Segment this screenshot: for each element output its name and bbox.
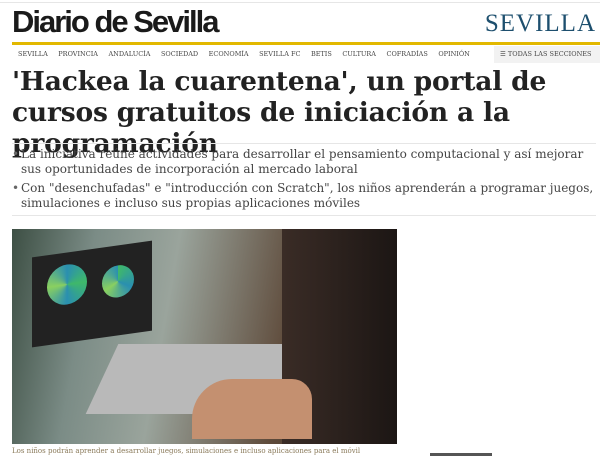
main-nav: SEVILLA PROVINCIA ANDALUCÍA SOCIEDAD ECO… <box>18 50 480 58</box>
all-sections-label: TODAS LAS SECCIONES <box>507 50 592 58</box>
nav-item-betis[interactable]: BETIS <box>311 50 332 58</box>
menu-icon: ☰ <box>500 50 508 58</box>
top-divider <box>0 2 600 3</box>
photo-caption: Los niños podrán aprender a desarrollar … <box>12 447 361 455</box>
header-accent-bar <box>12 42 600 45</box>
nav-item-provincia[interactable]: PROVINCIA <box>58 50 98 58</box>
article-title: 'Hackea la cuarentena', un portal de cur… <box>12 66 547 159</box>
nav-item-sevilla-fc[interactable]: SEVILLA FC <box>259 50 300 58</box>
divider <box>12 215 596 216</box>
all-sections-button[interactable]: ☰ TODAS LAS SECCIONES <box>494 46 600 63</box>
nav-item-sociedad[interactable]: SOCIEDAD <box>161 50 198 58</box>
summary-item: Con "desenchufadas" e "introducción con … <box>12 181 597 211</box>
site-logo[interactable]: Diario de Sevilla <box>12 4 219 40</box>
divider <box>12 143 596 144</box>
nav-item-sevilla[interactable]: SEVILLA <box>18 50 48 58</box>
nav-item-cultura[interactable]: CULTURA <box>342 50 376 58</box>
summary-item: La iniciativa reúne actividades para des… <box>12 147 597 177</box>
article-summary: La iniciativa reúne actividades para des… <box>12 147 597 215</box>
section-title[interactable]: SEVILLA <box>485 10 596 38</box>
article-photo[interactable] <box>12 229 397 444</box>
nav-item-cofradias[interactable]: COFRADÍAS <box>386 50 427 58</box>
nav-item-economia[interactable]: ECONOMÍA <box>209 50 249 58</box>
laptop-screen <box>32 240 152 348</box>
nav-item-opinion[interactable]: OPINIÓN <box>438 50 470 58</box>
nav-item-andalucia[interactable]: ANDALUCÍA <box>108 50 150 58</box>
child-hand <box>192 379 312 439</box>
